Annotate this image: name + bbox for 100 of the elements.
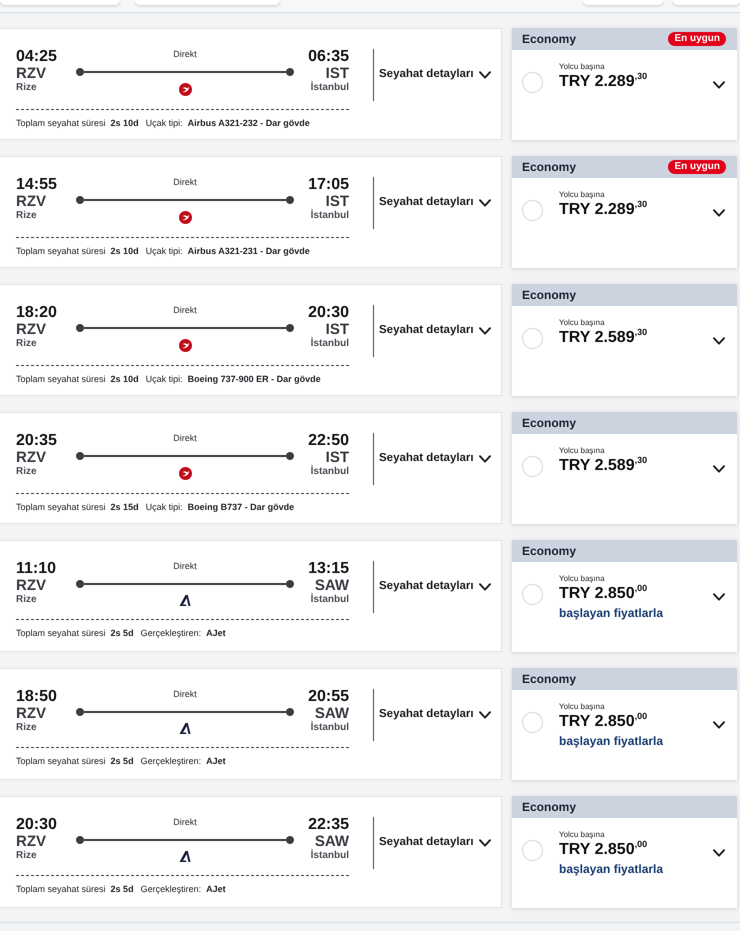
arrival-time: 06:35: [307, 48, 349, 66]
departure-time: 11:10: [16, 560, 58, 578]
price-caption: Yolcu başına: [559, 317, 606, 328]
airport-code: RZV: [16, 578, 47, 594]
details-button[interactable]: Seyahat detayları: [378, 192, 492, 214]
city-name: İstanbul: [310, 850, 349, 862]
duration-value: 2s 10d: [110, 118, 139, 128]
chevron-down-icon[interactable]: [713, 209, 725, 217]
duration-label: Toplam seyahat süresi: [16, 884, 106, 894]
price-caption: Yolcu başına: [559, 445, 606, 456]
chevron-down-icon[interactable]: [713, 465, 725, 473]
chevron-down-icon: [478, 711, 491, 719]
city-name: İstanbul: [310, 722, 349, 734]
duration-value: 2s 10d: [110, 374, 139, 384]
fare-radio[interactable]: [522, 840, 543, 861]
departure-time: 18:50: [16, 688, 58, 706]
cabin-label: Economy: [522, 543, 576, 560]
duration-value: 2s 5d: [110, 884, 134, 894]
fare-radio[interactable]: [522, 200, 543, 221]
duration-label: Toplam seyahat süresi: [16, 502, 106, 512]
duration-label: Toplam seyahat süresi: [16, 628, 106, 638]
airport-code: SAW: [314, 578, 349, 594]
duration-label: Toplam seyahat süresi: [16, 756, 106, 766]
detail-label: Uçak tipi:: [146, 374, 183, 384]
chevron-down-icon[interactable]: [713, 81, 725, 89]
airport-code: RZV: [16, 834, 47, 850]
airport-code: SAW: [314, 834, 349, 850]
price-note: başlayan fiyatlarla: [559, 734, 664, 749]
chevron-down-icon: [478, 199, 491, 207]
airline-logo-icon: [179, 851, 191, 862]
city-name: İstanbul: [310, 338, 349, 350]
airport-code: RZV: [16, 450, 47, 466]
price-note: başlayan fiyatlarla: [559, 606, 664, 621]
departure-time: 14:55: [16, 176, 58, 194]
fare-radio[interactable]: [522, 456, 543, 477]
city-name: Rize: [16, 722, 38, 734]
chevron-down-icon: [478, 455, 491, 463]
details-button[interactable]: Seyahat detayları: [378, 64, 492, 86]
airport-code: RZV: [16, 66, 47, 82]
detail-label: Gerçekleştiren:: [140, 628, 202, 638]
chevron-down-icon[interactable]: [713, 337, 725, 345]
cabin-label: Economy: [522, 31, 576, 48]
best-price-badge: En uygun: [668, 160, 726, 174]
detail-label: Uçak tipi:: [146, 118, 183, 128]
city-name: Rize: [16, 466, 38, 478]
details-button[interactable]: Seyahat detayları: [378, 576, 492, 598]
airport-code: RZV: [16, 706, 47, 722]
detail-label: Uçak tipi:: [146, 502, 183, 512]
chevron-down-icon: [478, 71, 491, 79]
detail-value: Boeing B737 - Dar gövde: [188, 502, 294, 512]
details-button[interactable]: Seyahat detayları: [378, 320, 492, 342]
chevron-down-icon[interactable]: [713, 849, 725, 857]
detail-value: AJet: [206, 756, 226, 766]
departure-time: 20:35: [16, 432, 58, 450]
fare-radio[interactable]: [522, 584, 543, 605]
departure-time: 20:30: [16, 816, 58, 834]
chevron-down-icon[interactable]: [713, 721, 725, 729]
airport-code: IST: [326, 322, 349, 338]
price-caption: Yolcu başına: [559, 61, 606, 72]
duration-value: 2s 10d: [110, 246, 139, 256]
cabin-label: Economy: [522, 799, 576, 816]
airport-code: RZV: [16, 322, 47, 338]
cabin-label: Economy: [522, 159, 576, 176]
price-caption: Yolcu başına: [559, 701, 606, 712]
price-caption: Yolcu başına: [559, 189, 606, 200]
price-caption: Yolcu başına: [559, 829, 606, 840]
fare-radio[interactable]: [522, 328, 543, 349]
detail-value: Boeing 737-900 ER - Dar gövde: [188, 374, 321, 384]
stop-label: Direkt: [173, 48, 197, 60]
stop-label: Direkt: [173, 176, 197, 188]
detail-value: Airbus A321-232 - Dar gövde: [188, 118, 310, 128]
duration-value: 2s 5d: [110, 756, 134, 766]
fare-price: TRY 2.289$^{,30}$: [559, 72, 648, 92]
fare-price: TRY 2.850$^{,00}$: [559, 584, 648, 604]
stop-label: Direkt: [173, 688, 197, 700]
departure-time: 04:25: [16, 48, 58, 66]
city-name: Rize: [16, 338, 38, 350]
city-name: Rize: [16, 210, 38, 222]
chevron-down-icon[interactable]: [713, 593, 725, 601]
details-button[interactable]: Seyahat detayları: [378, 448, 492, 470]
best-price-badge: En uygun: [668, 32, 726, 46]
arrival-time: 22:50: [307, 432, 349, 450]
airport-code: IST: [326, 194, 349, 210]
cabin-label: Economy: [522, 671, 576, 688]
details-button[interactable]: Seyahat detayları: [378, 832, 492, 854]
fare-radio[interactable]: [522, 72, 543, 93]
stop-label: Direkt: [173, 816, 197, 828]
duration-label: Toplam seyahat süresi: [16, 118, 106, 128]
arrival-time: 22:35: [307, 816, 349, 834]
airport-code: SAW: [314, 706, 349, 722]
airport-code: RZV: [16, 194, 47, 210]
fare-radio[interactable]: [522, 712, 543, 733]
city-name: İstanbul: [310, 466, 349, 478]
city-name: Rize: [16, 82, 38, 94]
duration-label: Toplam seyahat süresi: [16, 374, 106, 384]
chevron-down-icon: [478, 839, 491, 847]
detail-label: Gerçekleştiren:: [140, 756, 202, 766]
airline-logo-icon: [179, 595, 191, 606]
fare-price: TRY 2.850$^{,00}$: [559, 712, 648, 732]
details-button[interactable]: Seyahat detayları: [378, 704, 492, 726]
